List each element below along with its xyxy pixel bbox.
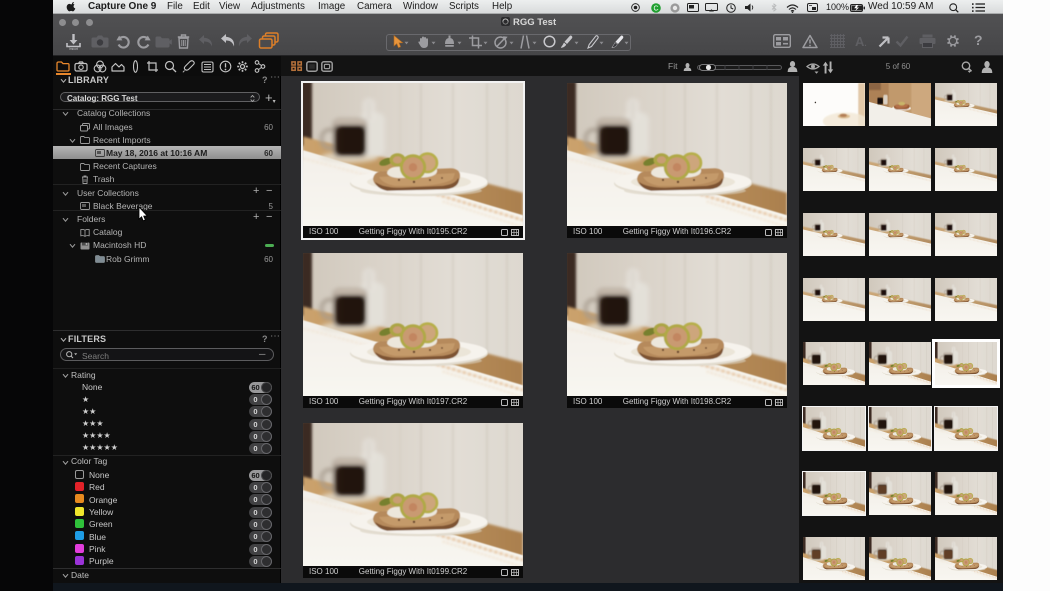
svg-text:Import: Import [69, 47, 78, 50]
svg-text:C: C [653, 5, 658, 12]
